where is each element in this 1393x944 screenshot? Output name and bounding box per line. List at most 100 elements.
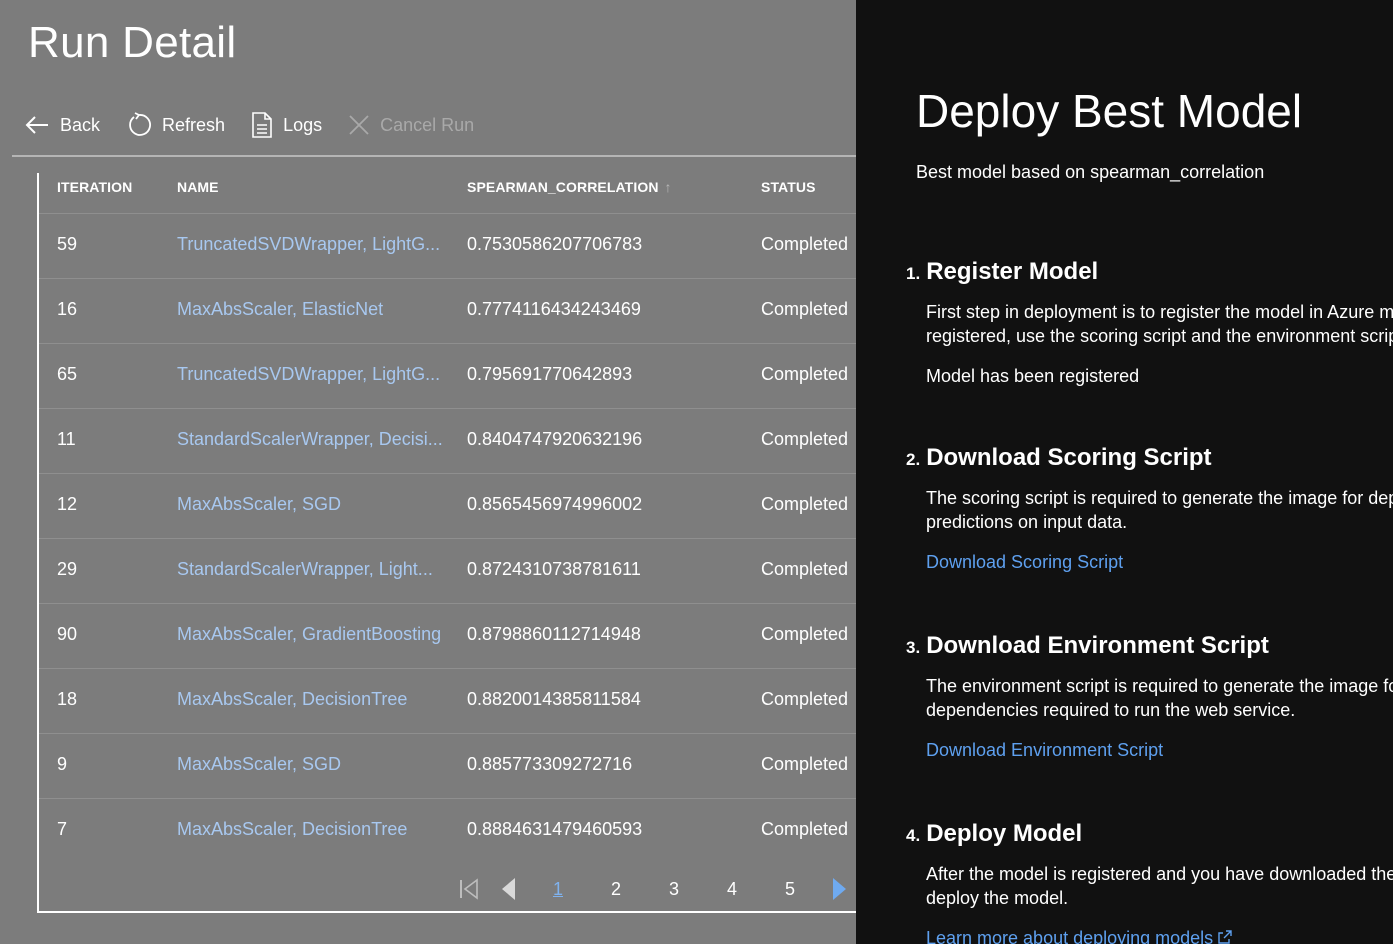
toolbar-divider	[12, 155, 856, 157]
step-heading: 3. Download Environment Script	[906, 632, 1393, 660]
step-heading: 4. Deploy Model	[906, 820, 1393, 848]
toolbar: Back Refresh Logs Cancel Run	[24, 108, 500, 142]
step-description-line: First step in deployment is to register …	[926, 302, 1393, 322]
step-download-scoring-script: 2. Download Scoring Script The scoring sc…	[906, 444, 1393, 573]
run-name-link[interactable]: TruncatedSVDWrapper, LightG...	[177, 364, 440, 385]
iteration-cell: 65	[57, 364, 78, 384]
step-description-line: dependencies required to run the web ser…	[926, 700, 1296, 720]
page-2-link[interactable]: 2	[587, 879, 645, 900]
pagination: 1 2 3 4 5	[449, 873, 859, 905]
step-description-line: After the model is registered and you ha…	[926, 864, 1393, 884]
step-description: The environment script is required to ge…	[926, 674, 1393, 722]
run-name-link[interactable]: MaxAbsScaler, GradientBoosting	[177, 624, 441, 645]
iteration-cell: 11	[57, 429, 76, 449]
status-cell: Completed	[761, 364, 849, 384]
step-description: First step in deployment is to register …	[926, 300, 1393, 348]
table-row[interactable]: 18 MaxAbsScaler, DecisionTree 0.88200143…	[39, 668, 858, 733]
column-header-iteration[interactable]: ITERATION	[57, 179, 132, 195]
step-title: Download Environment Script	[926, 632, 1269, 659]
step-register-model: 1. Register Model First step in deploymen…	[906, 258, 1393, 387]
column-header-score[interactable]: SPEARMAN_CORRELATION ↑	[467, 179, 672, 195]
table-row[interactable]: 90 MaxAbsScaler, GradientBoosting 0.8798…	[39, 603, 858, 668]
external-link-icon	[1218, 930, 1232, 944]
step-heading: 1. Register Model	[906, 258, 1393, 286]
back-button[interactable]: Back	[24, 114, 100, 136]
sort-ascending-icon: ↑	[664, 179, 672, 195]
page-5-link[interactable]: 5	[761, 879, 819, 900]
cancel-run-button[interactable]: Cancel Run	[348, 114, 474, 136]
score-cell: 0.885773309272716	[467, 754, 633, 774]
table-row[interactable]: 9 MaxAbsScaler, SGD 0.885773309272716 Co…	[39, 733, 858, 798]
first-page-icon[interactable]	[449, 873, 489, 905]
status-cell: Completed	[761, 559, 849, 579]
score-cell: 0.8404747920632196	[467, 429, 643, 449]
step-description: The scoring script is required to genera…	[926, 486, 1393, 534]
panel-title: Deploy Best Model	[916, 85, 1303, 137]
score-cell: 0.8820014385811584	[467, 689, 641, 709]
score-cell: 0.8565456974996002	[467, 494, 643, 514]
table-row[interactable]: 11 StandardScalerWrapper, Decisi... 0.84…	[39, 408, 858, 473]
run-name-link[interactable]: StandardScalerWrapper, Light...	[177, 559, 433, 580]
back-label: Back	[60, 114, 101, 135]
table-body: 59 TruncatedSVDWrapper, LightG... 0.7530…	[39, 213, 858, 863]
status-cell: Completed	[761, 689, 849, 709]
cancel-run-label: Cancel Run	[380, 114, 475, 135]
run-detail-pane: Run Detail Back Refresh Logs Cancel Run …	[0, 0, 859, 944]
status-cell: Completed	[761, 429, 849, 449]
step-number: 4.	[906, 826, 921, 845]
step-number: 3.	[906, 638, 921, 657]
logs-label: Logs	[283, 114, 323, 135]
refresh-icon	[129, 112, 151, 136]
step-description-line: deploy the model.	[926, 888, 1069, 908]
run-name-link[interactable]: MaxAbsScaler, SGD	[177, 494, 341, 515]
score-cell: 0.8724310738781611	[467, 559, 641, 579]
status-cell: Completed	[761, 754, 849, 774]
step-deploy-model: 4. Deploy Model After the model is regist…	[906, 820, 1393, 944]
table-row[interactable]: 7 MaxAbsScaler, DecisionTree 0.888463147…	[39, 798, 858, 863]
registered-status-text: Model has been registered	[926, 366, 1140, 386]
step-description-line: The environment script is required to ge…	[926, 676, 1393, 696]
iteration-cell: 29	[57, 559, 78, 579]
step-download-environment-script: 3. Download Environment Script The enviro…	[906, 632, 1393, 761]
run-name-link[interactable]: MaxAbsScaler, ElasticNet	[177, 299, 383, 320]
deploy-panel: Deploy Best Model Best model based on sp…	[856, 0, 1393, 944]
iteration-cell: 16	[57, 299, 78, 319]
previous-page-icon[interactable]	[489, 873, 529, 905]
table-row[interactable]: 16 MaxAbsScaler, ElasticNet 0.7774116434…	[39, 278, 858, 343]
page-3-link[interactable]: 3	[645, 879, 703, 900]
status-cell: Completed	[761, 299, 849, 319]
run-name-link[interactable]: TruncatedSVDWrapper, LightG...	[177, 234, 440, 255]
document-icon	[252, 112, 272, 138]
table-row[interactable]: 65 TruncatedSVDWrapper, LightG... 0.7956…	[39, 343, 858, 408]
column-header-name[interactable]: NAME	[177, 179, 219, 195]
table-row[interactable]: 59 TruncatedSVDWrapper, LightG... 0.7530…	[39, 213, 858, 278]
page-1-link[interactable]: 1	[529, 879, 587, 900]
step-title: Download Scoring Script	[926, 444, 1212, 471]
step-heading: 2. Download Scoring Script	[906, 444, 1393, 472]
run-name-link[interactable]: MaxAbsScaler, DecisionTree	[177, 819, 407, 840]
status-cell: Completed	[761, 234, 849, 254]
iteration-cell: 90	[57, 624, 78, 644]
page-4-link[interactable]: 4	[703, 879, 761, 900]
next-page-icon[interactable]	[819, 873, 859, 905]
iteration-cell: 59	[57, 234, 78, 254]
table-row[interactable]: 29 StandardScalerWrapper, Light... 0.872…	[39, 538, 858, 603]
download-scoring-script-link[interactable]: Download Scoring Script	[926, 552, 1393, 573]
step-title: Deploy Model	[926, 820, 1083, 847]
step-number: 1.	[906, 264, 921, 283]
run-name-link[interactable]: MaxAbsScaler, SGD	[177, 754, 341, 775]
refresh-button[interactable]: Refresh	[126, 112, 225, 138]
column-header-status[interactable]: STATUS	[761, 179, 816, 195]
learn-more-deploy-link[interactable]: Learn more about deploying models	[926, 928, 1393, 944]
refresh-label: Refresh	[162, 114, 226, 135]
score-cell: 0.8884631479460593	[467, 819, 643, 839]
iteration-cell: 12	[57, 494, 78, 514]
run-name-link[interactable]: StandardScalerWrapper, Decisi...	[177, 429, 443, 450]
table-row[interactable]: 12 MaxAbsScaler, SGD 0.8565456974996002 …	[39, 473, 858, 538]
close-icon	[349, 115, 369, 135]
download-environment-script-link[interactable]: Download Environment Script	[926, 740, 1393, 761]
run-name-link[interactable]: MaxAbsScaler, DecisionTree	[177, 689, 407, 710]
logs-button[interactable]: Logs	[251, 112, 322, 138]
iterations-table: ITERATION NAME SPEARMAN_CORRELATION ↑ STA…	[37, 173, 859, 913]
column-header-score-label: SPEARMAN_CORRELATION	[467, 179, 659, 195]
